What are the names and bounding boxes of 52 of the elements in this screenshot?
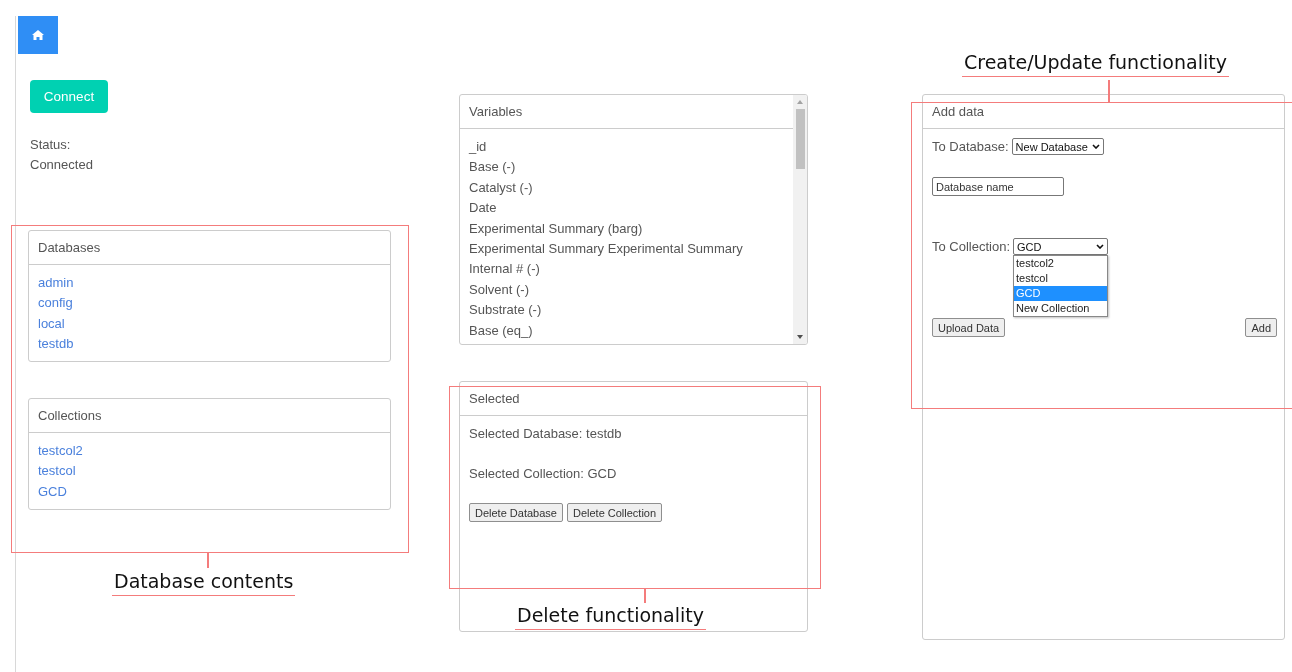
panel-title: Databases — [29, 231, 390, 265]
variable-item[interactable]: Experimental Summary (barg) — [469, 218, 784, 240]
panel-title: Collections — [29, 399, 390, 433]
dropdown-option[interactable]: New Collection — [1014, 301, 1108, 316]
variable-item[interactable]: Experimental Summary Experimental Summary — [469, 239, 784, 260]
home-icon — [32, 30, 44, 40]
list-link[interactable]: GCD — [38, 481, 381, 503]
scrollbar-thumb[interactable] — [795, 109, 805, 169]
list-link[interactable]: testdb — [38, 334, 381, 355]
field-label: To Database: — [932, 139, 1009, 154]
dropdown-option[interactable]: testcol — [1014, 271, 1108, 286]
chevron-down-icon — [1091, 144, 1100, 149]
variable-item[interactable]: _id — [469, 137, 784, 158]
scroll-down-icon[interactable] — [797, 335, 803, 339]
home-button[interactable] — [18, 16, 58, 54]
selected-database: Selected Database: testdb — [469, 425, 623, 443]
variable-item[interactable]: Base (-) — [469, 157, 784, 178]
delete-button[interactable]: Delete Database — [469, 503, 563, 522]
list-link[interactable]: local — [38, 313, 381, 335]
leader-line — [644, 589, 646, 603]
list-link[interactable]: testcol — [38, 461, 381, 482]
upload-button[interactable]: Upload Data — [932, 318, 1006, 337]
leader-line — [1108, 80, 1110, 102]
collection-select[interactable]: GCD — [1013, 238, 1109, 255]
variable-item[interactable]: Date — [469, 198, 784, 219]
chevron-down-icon — [1096, 244, 1105, 249]
panel-title: Selected — [460, 382, 807, 416]
annotation-label: Database contents — [112, 569, 296, 596]
status-value: Connected — [30, 156, 94, 174]
variable-item[interactable]: Solvent (-) — [469, 279, 784, 301]
variable-item[interactable]: Internal # (-) — [469, 259, 784, 280]
scroll-up-icon[interactable] — [797, 100, 803, 104]
status-label: Status: — [30, 136, 72, 154]
variable-item[interactable]: Base (eq_) — [469, 320, 784, 342]
list-link[interactable]: admin — [38, 273, 381, 294]
selected-collection: Selected Collection: GCD — [469, 465, 618, 483]
panel-title: Add data — [923, 95, 1284, 129]
variable-item[interactable]: Catalyst (-) — [469, 177, 784, 199]
field-label: To Collection: — [932, 239, 1011, 254]
variable-item[interactable]: Substrate (-) — [469, 300, 784, 321]
delete-button[interactable]: Delete Collection — [566, 503, 663, 522]
annotation-label: Create/Update functionality — [962, 50, 1229, 77]
scrollbar[interactable] — [793, 95, 807, 344]
leader-line — [207, 553, 209, 568]
name-field[interactable]: Database name — [932, 177, 1064, 196]
database-select[interactable]: New Database — [1011, 138, 1104, 155]
annotation-label: Delete functionality — [515, 603, 706, 630]
dropdown-option[interactable]: testcol2 — [1014, 256, 1108, 271]
list-link[interactable]: config — [38, 293, 381, 314]
panel-title: Variables — [460, 95, 793, 129]
add-button[interactable]: Add — [1245, 318, 1277, 337]
list-link[interactable]: testcol2 — [38, 441, 381, 462]
